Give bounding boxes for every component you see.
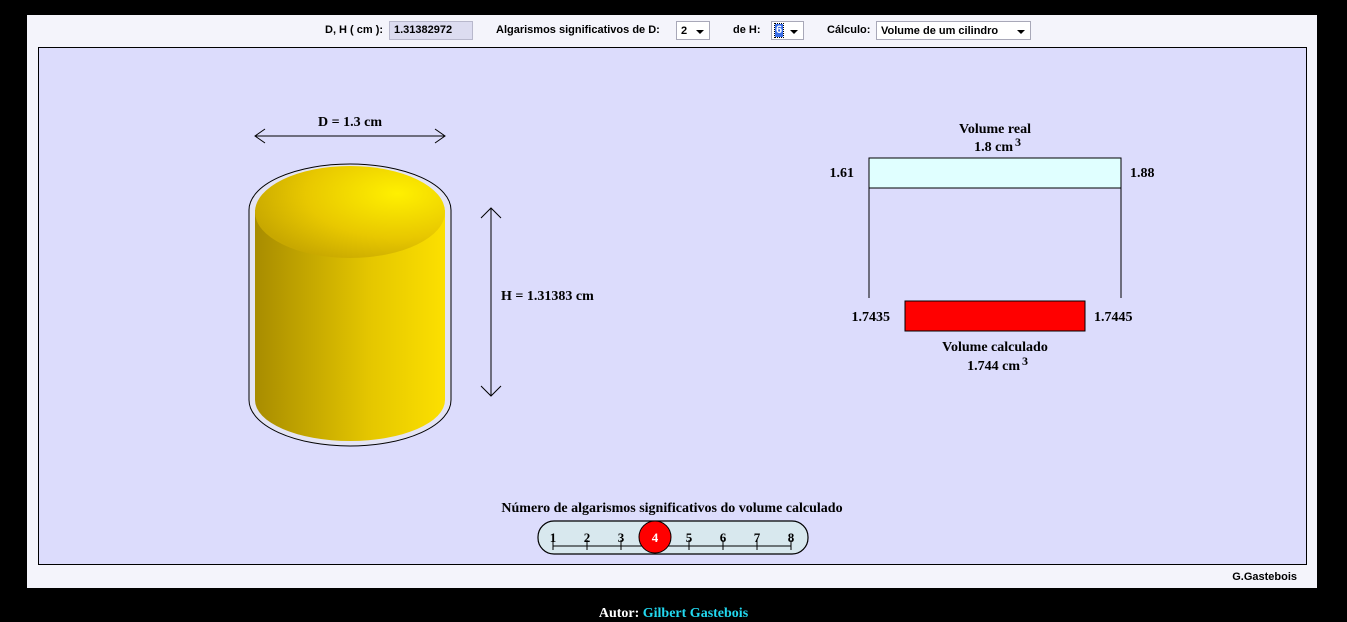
slider-tick-label: 6 xyxy=(720,530,727,545)
slider-tick-label: 5 xyxy=(686,530,693,545)
height-label: H = 1.31383 cm xyxy=(501,289,594,304)
sig-h-value: 6 xyxy=(773,23,785,38)
slider-tick-label: 4 xyxy=(652,530,659,545)
chevron-down-icon xyxy=(1017,30,1025,34)
sig-h-label: de H: xyxy=(733,24,761,36)
diameter-label: D = 1.3 cm xyxy=(318,115,382,130)
slider-tick-label: 2 xyxy=(584,530,591,545)
dh-value-input[interactable]: 1.31382972 xyxy=(389,21,473,40)
volume-calc-value: 1.744 cm xyxy=(967,359,1020,374)
volume-real-value: 1.8 cm xyxy=(974,140,1013,155)
volume-real-min: 1.61 xyxy=(830,166,855,181)
volume-calc-title: Volume calculado xyxy=(942,340,1048,355)
volume-real-bar xyxy=(868,157,1122,189)
slider-tick-label: 3 xyxy=(618,530,625,545)
cylinder-graphic xyxy=(248,163,452,447)
calc-select[interactable]: Volume de um cilindro xyxy=(876,21,1031,40)
slider-tick-label: 1 xyxy=(550,530,557,545)
calc-value: Volume de um cilindro xyxy=(881,25,999,37)
height-arrow xyxy=(480,207,502,397)
slider-tick-label: 8 xyxy=(788,530,795,545)
slider-title: Número de algarismos significativos do v… xyxy=(501,501,842,516)
simulation-canvas: D = 1.3 cm H = 1.31383 cm Volume real 1.… xyxy=(248,115,1155,555)
sig-figures-slider[interactable]: 1 2 3 4 5 6 7 8 xyxy=(537,520,809,555)
chevron-down-icon xyxy=(790,30,798,34)
volume-calc-bar xyxy=(904,300,1086,332)
slider-tick-label: 7 xyxy=(754,530,761,545)
simulation-panel: D = 1.3 cm H = 1.31383 cm Volume real 1.… xyxy=(38,47,1307,565)
volume-calc-max: 1.7445 xyxy=(1094,310,1133,325)
author-line: Autor: Gilbert Gastebois xyxy=(0,606,1347,622)
sig-h-select[interactable]: 6 xyxy=(771,21,804,40)
volume-real-exponent: 3 xyxy=(1015,135,1021,149)
sig-d-value: 2 xyxy=(681,25,688,37)
volume-calc-exponent: 3 xyxy=(1022,354,1028,368)
sig-d-label: Algarismos significativos de D: xyxy=(496,24,660,36)
dh-label: D, H ( cm ): xyxy=(325,24,384,36)
applet-window: D, H ( cm ): 1.31382972 Algarismos signi… xyxy=(27,15,1317,588)
credit-label: G.Gastebois xyxy=(1232,571,1297,583)
author-name-link[interactable]: Gilbert Gastebois xyxy=(643,606,748,621)
chevron-down-icon xyxy=(696,30,704,34)
sig-d-select[interactable]: 2 xyxy=(676,21,710,40)
volume-calc-min: 1.7435 xyxy=(852,310,891,325)
author-label: Autor: xyxy=(598,606,640,621)
calc-label: Cálculo: xyxy=(827,24,871,36)
diameter-arrow xyxy=(254,128,446,144)
cylinder-top xyxy=(255,166,445,258)
volume-real-max: 1.88 xyxy=(1130,166,1155,181)
slider-track[interactable] xyxy=(537,520,809,555)
